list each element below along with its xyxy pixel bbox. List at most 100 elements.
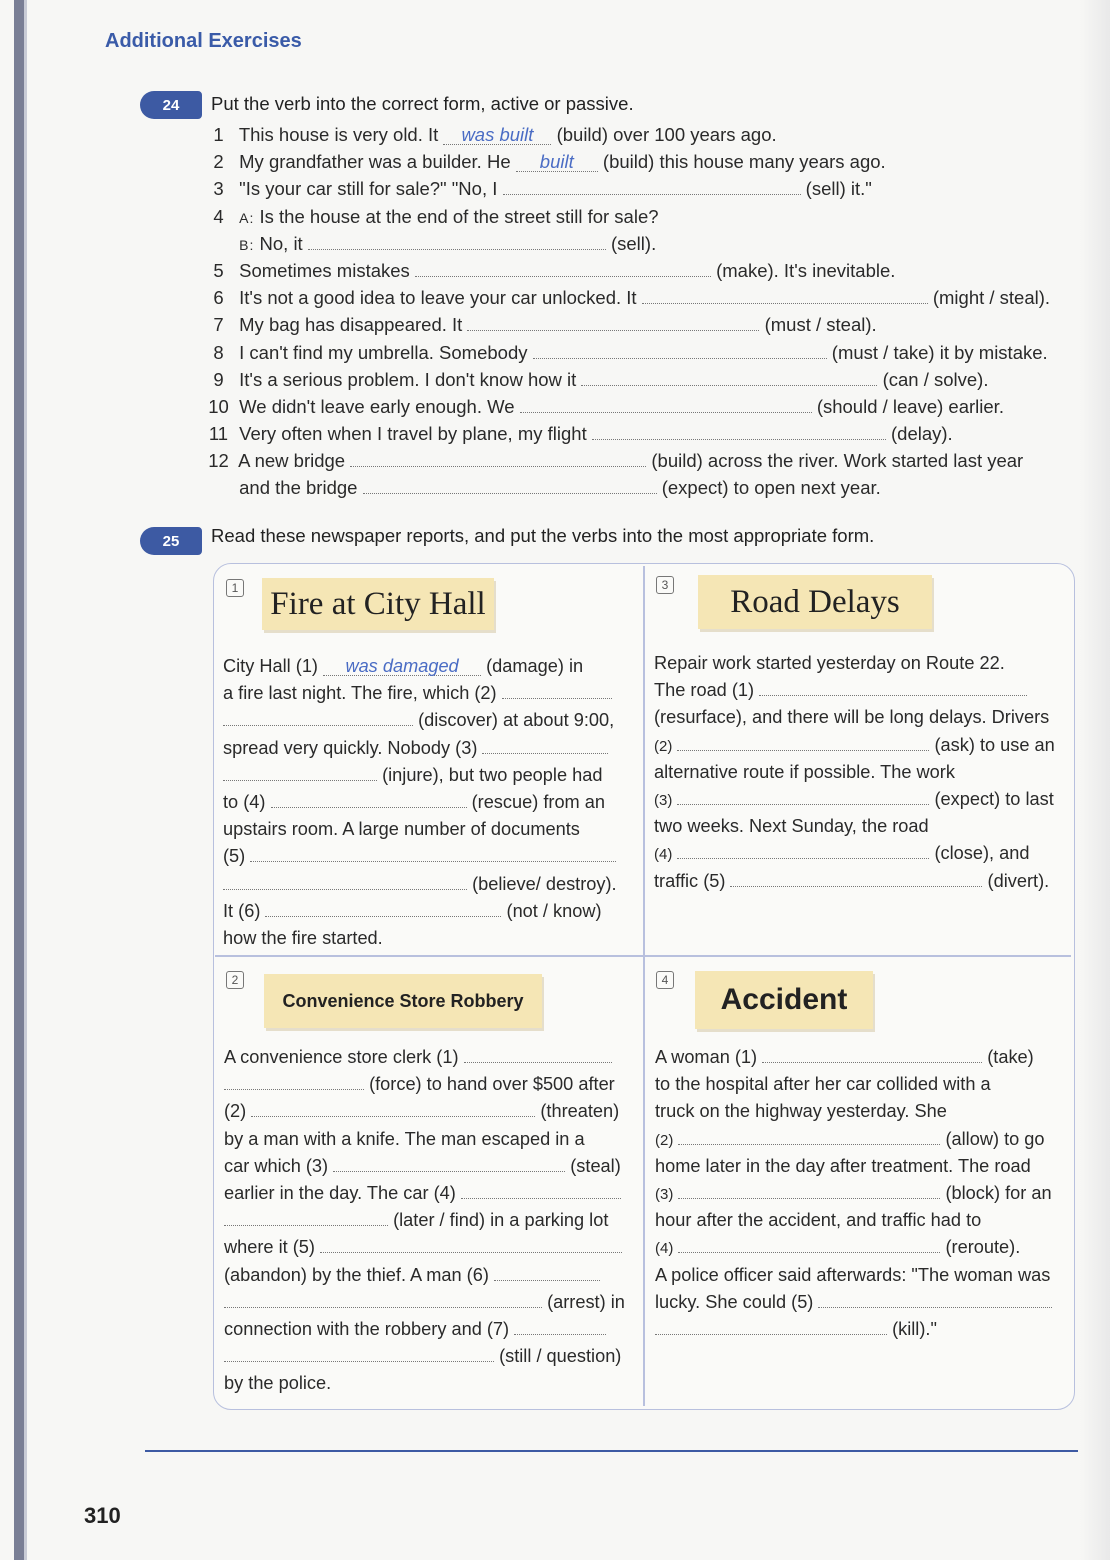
answer-blank[interactable]: [678, 1181, 941, 1199]
box-vertical-divider: [643, 566, 645, 1406]
box-horizontal-divider: [215, 955, 1071, 957]
story-text: a fire last night. The fire, which (2): [223, 683, 497, 704]
story-2-text: A convenience store clerk (1) (force) to…: [224, 1044, 636, 1397]
answer-blank[interactable]: [519, 395, 812, 413]
section-title: Additional Exercises: [105, 30, 302, 52]
answer-blank[interactable]: [532, 341, 827, 359]
story-number-badge: 1: [226, 579, 244, 597]
story-text: upstairs room. A large number of documen…: [223, 819, 580, 840]
answer-blank[interactable]: [224, 1072, 364, 1091]
answer-blank[interactable]: [414, 259, 711, 277]
speaker-label: A:: [239, 209, 255, 226]
item-text: (might / steal).: [932, 287, 1051, 309]
answer-blank[interactable]: [514, 1317, 607, 1335]
item-text: It's a serious problem. I don't know how…: [239, 368, 577, 390]
story-text: spread very quickly. Nobody (3): [223, 737, 478, 758]
exercise-24-item: 9 It's a serious problem. I don't know h…: [203, 366, 1083, 393]
story-text: by a man with a knife. The man escaped i…: [224, 1128, 585, 1149]
answer-blank[interactable]: [678, 1235, 941, 1254]
story-1-text: City Hall (1) was damaged (damage) in a …: [223, 653, 628, 952]
answer-blank[interactable]: [270, 790, 467, 808]
answer-blank[interactable]: [501, 681, 612, 700]
story-text: (allow) to go: [945, 1128, 1045, 1149]
story-text: The road (1): [654, 680, 755, 701]
exercise-24-item: 8 I can't find my umbrella. Somebody (mu…: [203, 339, 1083, 366]
answer-blank[interactable]: [818, 1290, 1053, 1308]
answer-blank[interactable]: built: [515, 152, 598, 173]
answer-blank[interactable]: [224, 1290, 542, 1308]
answer-blank[interactable]: [730, 869, 983, 887]
item-text: (make). It's inevitable.: [716, 259, 896, 281]
answer-blank[interactable]: [362, 476, 657, 495]
page-binding-edge-light: [24, 0, 27, 1560]
story-text: (expect) to last: [934, 788, 1054, 809]
answer-blank[interactable]: [463, 1045, 612, 1063]
item-number: 11: [208, 423, 229, 445]
story-text: (close), and: [934, 843, 1030, 864]
page-right-shadow: [1080, 0, 1110, 1560]
story-text: to (4): [223, 791, 266, 812]
answer-blank[interactable]: [223, 763, 377, 781]
story-text: A woman (1): [655, 1047, 758, 1067]
story-text: (2): [654, 737, 673, 755]
item-number: 4: [213, 205, 224, 227]
answer-blank[interactable]: [251, 1099, 536, 1118]
answer-blank[interactable]: [677, 841, 930, 860]
answer-blank[interactable]: [320, 1235, 623, 1254]
answer-blank[interactable]: [655, 1317, 887, 1335]
answer-blank[interactable]: [223, 708, 413, 727]
item-text: It's not a good idea to leave your car u…: [239, 287, 637, 309]
answer-blank[interactable]: [224, 1208, 388, 1227]
story-text: two weeks. Next Sunday, the road: [654, 816, 929, 837]
speaker-label: B:: [239, 236, 255, 253]
story-text: connection with the robbery and (7): [224, 1318, 510, 1339]
exercise-24-item: 6 It's not a good idea to leave your car…: [203, 284, 1083, 311]
item-text: (delay).: [891, 423, 953, 445]
answer-blank[interactable]: [250, 844, 617, 863]
answer-blank[interactable]: was damaged: [323, 657, 482, 676]
answer-blank[interactable]: [677, 733, 930, 751]
item-number: 8: [213, 341, 224, 363]
answer-blank[interactable]: [482, 736, 609, 754]
story-text: to the hospital after her car collided w…: [655, 1074, 991, 1095]
answer-blank[interactable]: [677, 787, 930, 805]
page-binding-edge: [14, 0, 24, 1560]
answer-blank[interactable]: [762, 1045, 983, 1063]
story-text: (injure), but two people had: [382, 764, 603, 785]
story-text: earlier in the day. The car (4): [224, 1182, 456, 1203]
item-text: (sell).: [610, 232, 657, 254]
answer-blank[interactable]: [759, 678, 1028, 697]
story-headline: Convenience Store Robbery: [264, 974, 542, 1028]
answer-blank[interactable]: [678, 1127, 941, 1145]
answer-blank[interactable]: [333, 1154, 566, 1172]
story-text: (reroute).: [945, 1237, 1021, 1258]
item-text: No, it: [259, 232, 303, 254]
story-text: (2): [655, 1131, 674, 1149]
answer-blank[interactable]: [502, 177, 801, 196]
item-text: This house is very old. It: [238, 124, 439, 145]
answer-blank[interactable]: [265, 899, 502, 917]
story-text: (arrest) in: [547, 1291, 625, 1312]
item-text: My bag has disappeared. It: [239, 314, 463, 336]
bottom-rule: [145, 1450, 1078, 1452]
answer-blank[interactable]: [467, 313, 760, 332]
answer-blank[interactable]: [641, 286, 928, 305]
exercise-24-instruction: Put the verb into the correct form, acti…: [211, 93, 634, 114]
item-text: (build) over 100 years ago.: [556, 124, 777, 145]
story-text: truck on the highway yesterday. She: [655, 1101, 947, 1122]
exercise-24-item: 4 A: Is the house at the end of the stre…: [203, 203, 1083, 230]
answer-blank[interactable]: [307, 232, 606, 250]
answer-blank[interactable]: [460, 1181, 621, 1199]
page-number: 310: [84, 1503, 121, 1528]
answer-blank[interactable]: [350, 449, 647, 468]
story-headline: Road Delays: [698, 575, 932, 629]
answer-blank[interactable]: was built: [443, 125, 552, 145]
answer-blank[interactable]: [591, 422, 886, 441]
story-text: alternative route if possible. The work: [654, 761, 955, 782]
answer-blank[interactable]: [493, 1263, 600, 1281]
item-text: Very often when I travel by plane, my fl…: [239, 423, 587, 445]
answer-blank[interactable]: [581, 368, 878, 386]
answer-blank[interactable]: [224, 1344, 494, 1363]
answer-blank[interactable]: [223, 872, 467, 890]
story-text: (resurface), and there will be long dela…: [654, 707, 1050, 728]
